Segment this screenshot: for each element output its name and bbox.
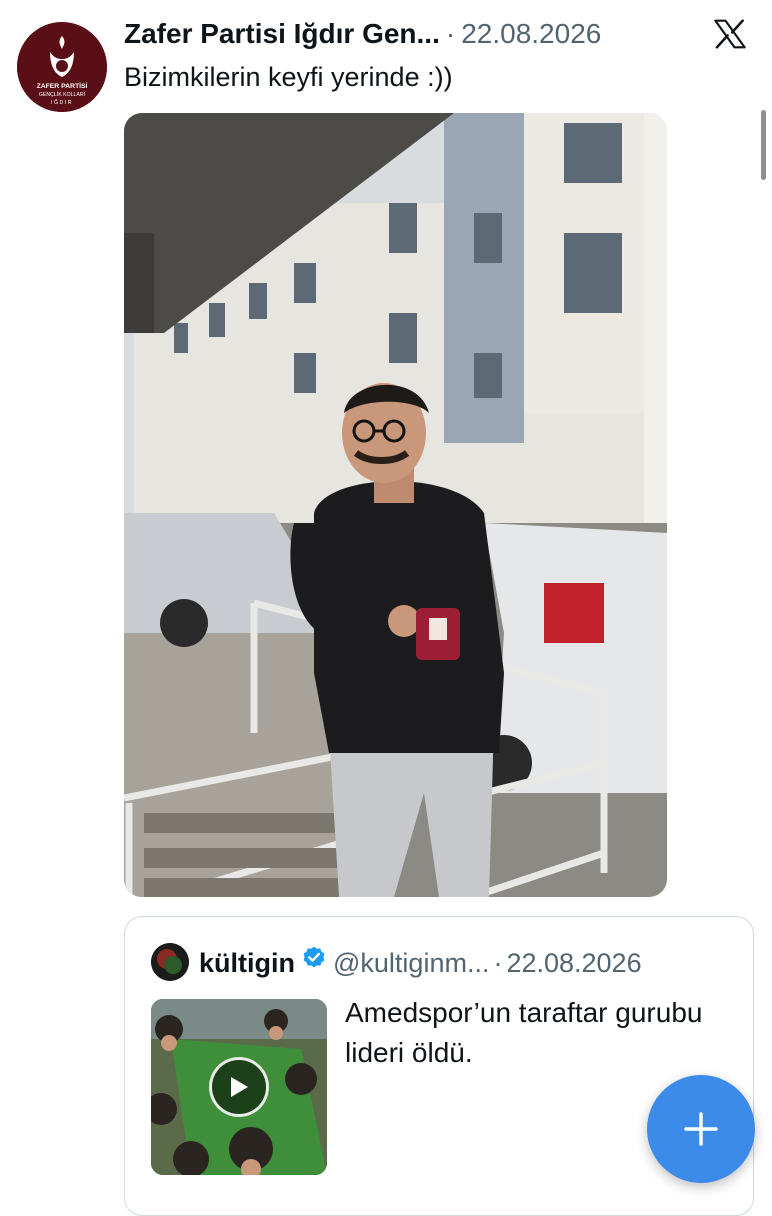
post-photo[interactable] — [124, 113, 667, 897]
scrollbar[interactable] — [761, 110, 766, 180]
avatar-text-line1: ZAFER PARTİSİ — [37, 82, 88, 90]
compose-button[interactable] — [647, 1075, 755, 1183]
avatar-text-line2: GENÇLİK KOLLARI — [39, 91, 85, 98]
quoted-post-card[interactable]: kültigin @kultiginm... · 22.08.2026 Amed… — [124, 916, 754, 1216]
plus-icon — [684, 1112, 718, 1146]
quoted-author-avatar[interactable] — [151, 943, 189, 981]
header-separator: · — [445, 18, 456, 49]
play-icon[interactable] — [209, 1057, 269, 1117]
author-name[interactable]: Zafer Partisi Iğdır Gen... — [124, 18, 440, 49]
post-text: Bizimkilerin keyfi yerinde :)) — [124, 62, 453, 92]
quoted-video-thumbnail[interactable] — [151, 999, 327, 1175]
quoted-header-separator: · — [493, 948, 503, 978]
verified-badge-icon — [301, 945, 327, 987]
avatar-text-line3: IĞDIR — [51, 99, 73, 106]
quoted-post-text: Amedspor’un taraftar gurubu lideri öldü. — [345, 997, 703, 1068]
post-date[interactable]: 22.08.2026 — [461, 18, 601, 49]
author-avatar[interactable]: ZAFER PARTİSİ GENÇLİK KOLLARI IĞDIR — [17, 22, 107, 112]
quoted-post-date[interactable]: 22.08.2026 — [506, 948, 641, 978]
post-header: Zafer Partisi Iğdır Gen... · 22.08.2026 — [124, 18, 652, 58]
quoted-author-handle[interactable]: @kultiginm... — [333, 948, 489, 978]
x-logo-icon[interactable] — [710, 14, 750, 54]
quoted-author-name[interactable]: kültigin — [199, 948, 295, 978]
quoted-post-header: kültigin @kultiginm... · 22.08.2026 — [199, 943, 642, 983]
